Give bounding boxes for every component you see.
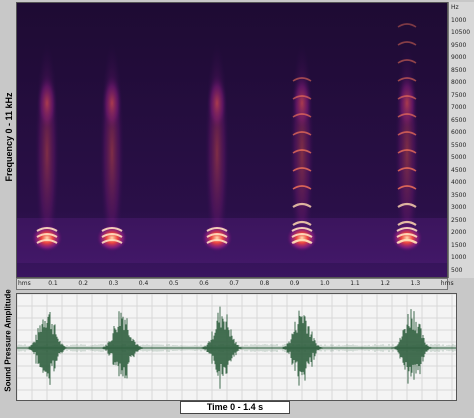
- frequency-tick-label: 3000: [451, 204, 467, 211]
- time-tick-label: hms: [18, 280, 31, 287]
- syllable-harmonic: [397, 75, 417, 131]
- syllable-harmonic: [207, 75, 227, 131]
- frequency-tick-label: 6000: [451, 129, 467, 136]
- frequency-tick-label: 6500: [451, 116, 467, 124]
- time-tick-label: 1.1: [350, 280, 360, 287]
- syllable-harmonic: [292, 75, 312, 131]
- time-tick-label: 0.1: [48, 280, 58, 287]
- syllable-harmonic: [102, 75, 122, 131]
- time-tick-label: 1.0: [320, 280, 330, 287]
- spectrogram-plot: [17, 3, 447, 277]
- spectrogram-y-label: Frequency 0 - 11 kHz: [4, 92, 14, 182]
- time-axis: hms 0.1 0.2 0.3 0.4 0.5 0.6 0.7 0.8 0.9 1.0 1.1 1.2 1…: [16, 278, 454, 290]
- frequency-tick-label: 9000: [451, 54, 467, 61]
- frequency-tick-label: 9500: [451, 41, 467, 49]
- time-tick-label: 0.8: [259, 280, 270, 287]
- frequency-tick-label: 7000: [451, 104, 467, 111]
- time-tick-label: hms: [440, 280, 454, 287]
- time-tick-label: 0.6: [199, 280, 209, 287]
- waveform-burst: [389, 309, 435, 384]
- frequency-tick-label: 2000: [451, 229, 467, 236]
- frequency-tick-label: 7500: [451, 91, 467, 99]
- frequency-tick-label: 8000: [451, 79, 467, 86]
- time-tick-label: 0.9: [289, 280, 300, 287]
- time-tick-label: 0.4: [138, 280, 149, 287]
- time-tick-label: 0.2: [78, 280, 88, 287]
- waveform-burst: [199, 306, 245, 389]
- frequency-scale: Hz 1000 10500 9500 9000 8500 8000 7500 7000 6500 6…: [448, 2, 474, 278]
- frequency-tick-label: 1000: [451, 254, 467, 261]
- frequency-tick-label: 3500: [451, 191, 467, 199]
- time-tick-label: 0.3: [108, 280, 119, 287]
- time-tick-label: 0.5: [169, 280, 179, 287]
- frequency-tick-label: 5500: [451, 141, 467, 149]
- syllable-harmonic: [37, 75, 57, 131]
- time-label: Time 0 - 1.4 s: [180, 401, 290, 414]
- frequency-tick-label: 500: [451, 266, 463, 274]
- frequency-tick-label: 4500: [451, 166, 467, 174]
- frequency-tick-label: Hz: [451, 4, 459, 11]
- time-tick-label: 1.2: [380, 280, 390, 287]
- frequency-tick-label: 4000: [451, 179, 467, 186]
- time-tick-label: 1.3: [410, 280, 421, 287]
- frequency-tick-label: 5000: [451, 154, 467, 161]
- waveform-plot: [17, 294, 456, 400]
- frequency-tick-label: 1000: [451, 16, 467, 24]
- frequency-tick-label: 8500: [451, 66, 467, 74]
- frequency-tick-label: 1500: [451, 241, 467, 249]
- time-tick-label: 0.7: [229, 280, 239, 287]
- frequency-tick-label: 2500: [451, 216, 467, 224]
- waveform-y-label: Sound Pressure Amplitude: [3, 289, 13, 392]
- spectrogram-panel: [16, 2, 448, 278]
- frequency-tick-label: 10500: [451, 29, 471, 36]
- waveform-panel: [16, 293, 457, 401]
